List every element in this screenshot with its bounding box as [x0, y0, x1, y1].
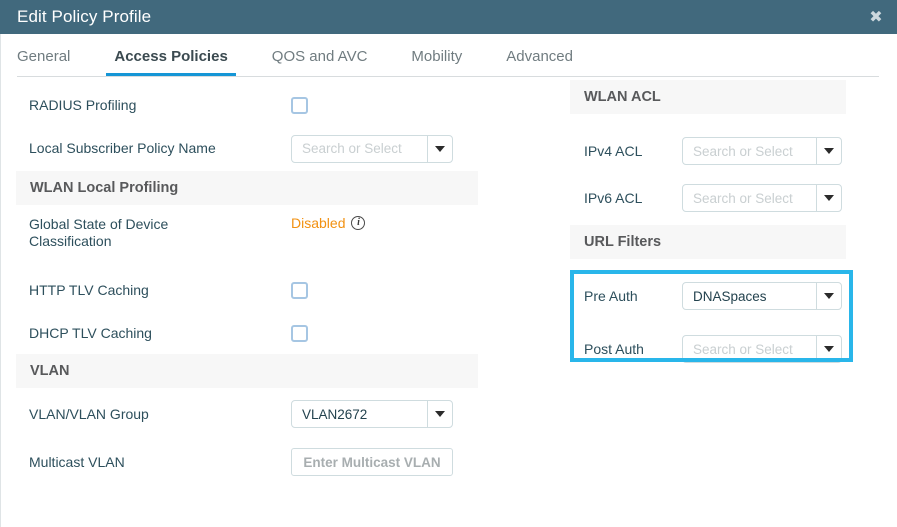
- row-global-state-device-classification: Global State of Device Classification Dis…: [16, 205, 478, 269]
- ipv6-acl-select[interactable]: Search or Select: [682, 184, 842, 212]
- local-subscriber-policy-select[interactable]: Search or Select: [291, 134, 453, 163]
- section-vlan: VLAN: [16, 354, 478, 388]
- tab-bar-divider: [17, 76, 879, 77]
- section-wlan-acl: WLAN ACL: [570, 80, 846, 114]
- ipv6-acl-value: Search or Select: [693, 190, 793, 206]
- row-http-tlv-caching: HTTP TLV Caching: [16, 269, 478, 312]
- multicast-vlan-input[interactable]: Enter Multicast VLAN: [291, 448, 453, 476]
- tab-qos-and-avc[interactable]: QOS and AVC: [272, 39, 368, 75]
- multicast-vlan-label: Multicast VLAN: [29, 453, 125, 470]
- tab-bar: General Access Policies QOS and AVC Mobi…: [17, 39, 879, 78]
- info-icon[interactable]: i: [351, 216, 366, 230]
- post-auth-label: Post Auth: [584, 340, 644, 357]
- global-state-status: Disabled i: [291, 215, 366, 231]
- section-wlan-local-profiling: WLAN Local Profiling: [16, 171, 478, 205]
- vlan-group-value: VLAN2672: [302, 406, 368, 422]
- pre-auth-select[interactable]: DNASpaces: [682, 282, 842, 310]
- row-vlan-group: VLAN/VLAN Group VLAN2672: [16, 388, 478, 440]
- row-post-auth: Post Auth Search or Select: [570, 320, 846, 372]
- row-dhcp-tlv-caching: DHCP TLV Caching: [16, 312, 478, 354]
- dialog-titlebar: Edit Policy Profile ✖: [0, 0, 897, 34]
- http-tlv-caching-checkbox[interactable]: [291, 282, 308, 299]
- chevron-down-icon[interactable]: [427, 135, 452, 162]
- dialog-body: General Access Policies QOS and AVC Mobi…: [0, 34, 897, 527]
- left-settings-column: RADIUS Profiling Local Subscriber Policy…: [16, 84, 478, 484]
- chevron-down-icon[interactable]: [427, 401, 452, 427]
- pre-auth-value: DNASpaces: [693, 288, 767, 304]
- tab-advanced[interactable]: Advanced: [506, 39, 573, 75]
- section-url-filters: URL Filters: [570, 225, 846, 259]
- vlan-group-select[interactable]: VLAN2672: [291, 400, 453, 428]
- http-tlv-caching-label: HTTP TLV Caching: [29, 282, 149, 299]
- dhcp-tlv-caching-checkbox[interactable]: [291, 324, 308, 342]
- global-state-label-line2: Classification: [29, 233, 112, 250]
- row-ipv6-acl: IPv6 ACL Search or Select: [570, 175, 846, 221]
- radius-profiling-checkbox[interactable]: [291, 96, 308, 114]
- row-radius-profiling: RADIUS Profiling: [16, 84, 478, 126]
- radius-profiling-label: RADIUS Profiling: [29, 96, 137, 113]
- ipv6-acl-label: IPv6 ACL: [584, 189, 643, 206]
- vlan-group-label: VLAN/VLAN Group: [29, 405, 149, 422]
- close-icon[interactable]: ✖: [865, 7, 887, 27]
- ipv4-acl-label: IPv4 ACL: [584, 142, 643, 159]
- post-auth-select[interactable]: Search or Select: [682, 335, 842, 363]
- global-state-label: Global State of Device Classification: [16, 216, 291, 250]
- local-subscriber-policy-value: Search or Select: [302, 141, 402, 156]
- pre-auth-label: Pre Auth: [584, 287, 638, 304]
- local-subscriber-policy-label: Local Subscriber Policy Name: [29, 140, 216, 157]
- edit-policy-profile-dialog: Edit Policy Profile ✖ General Access Pol…: [0, 0, 897, 527]
- global-state-label-line1: Global State of Device: [29, 216, 169, 232]
- chevron-down-icon[interactable]: [816, 283, 841, 309]
- right-settings-column: WLAN ACL IPv4 ACL Search or Select IPv6 …: [570, 80, 846, 372]
- dhcp-tlv-caching-label: DHCP TLV Caching: [29, 324, 152, 341]
- chevron-down-icon[interactable]: [816, 336, 841, 362]
- ipv4-acl-select[interactable]: Search or Select: [682, 137, 842, 165]
- post-auth-value: Search or Select: [693, 341, 793, 357]
- row-pre-auth: Pre Auth DNASpaces: [570, 259, 846, 320]
- row-ipv4-acl: IPv4 ACL Search or Select: [570, 114, 846, 175]
- ipv4-acl-value: Search or Select: [693, 143, 793, 159]
- page-title: Edit Policy Profile: [17, 7, 152, 26]
- tab-general[interactable]: General: [17, 39, 70, 75]
- tab-access-policies[interactable]: Access Policies: [106, 39, 237, 76]
- chevron-down-icon[interactable]: [816, 138, 841, 164]
- tab-mobility[interactable]: Mobility: [411, 39, 462, 75]
- row-multicast-vlan: Multicast VLAN Enter Multicast VLAN: [16, 440, 478, 484]
- status-badge: Disabled: [291, 215, 346, 231]
- chevron-down-icon[interactable]: [816, 185, 841, 211]
- panel-left-border: [0, 34, 1, 527]
- row-local-subscriber-policy: Local Subscriber Policy Name Search or S…: [16, 126, 478, 171]
